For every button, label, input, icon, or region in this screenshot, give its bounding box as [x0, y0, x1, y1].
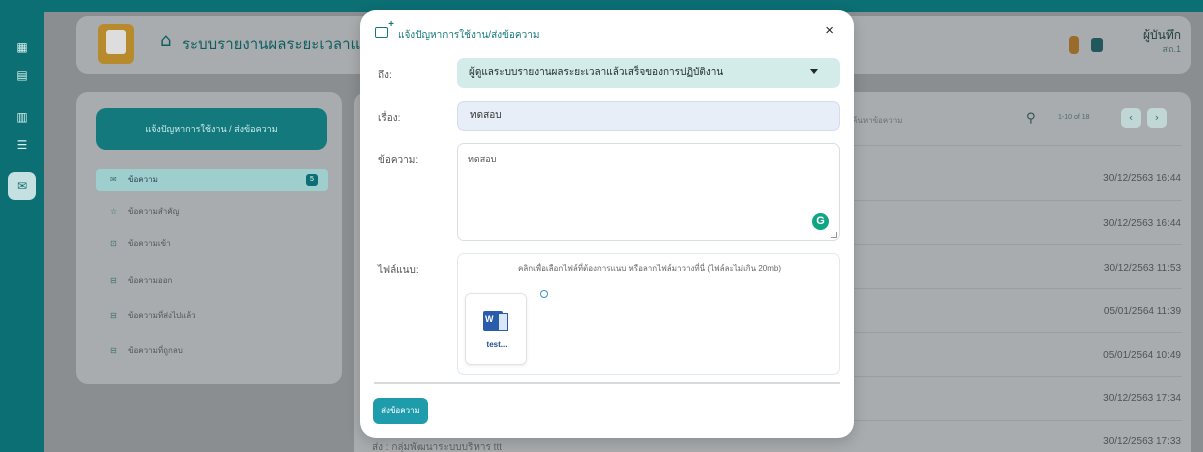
- resize-handle-icon[interactable]: [831, 232, 837, 238]
- subject-input[interactable]: ทดสอบ: [457, 101, 840, 131]
- inbox-icon: ⊡: [110, 239, 117, 248]
- message-text: ทดสอบ: [468, 154, 497, 164]
- attached-file[interactable]: test...: [465, 293, 527, 365]
- list-item-sender[interactable]: ส่ง : กลุ่มพัฒนาระบบบริหาร ttt: [372, 440, 502, 452]
- sidebar-item-starred[interactable]: ☆ ข้อความสำคัญ: [96, 201, 328, 223]
- message-nav-icon[interactable]: ✉: [13, 177, 31, 195]
- row-divider: [844, 288, 1182, 289]
- app-title: ระบบรายงานผลระยะเวลาแล้วเสร็จ: [182, 36, 362, 53]
- row-divider: [844, 244, 1182, 245]
- row-divider: [844, 420, 1182, 421]
- row-date: 30/12/2563 11:53: [1103, 263, 1181, 274]
- to-label: ถึง:: [378, 70, 392, 81]
- caret-down-icon: [810, 69, 818, 74]
- compose-modal: แจ้งปัญหาการใช้งาน/ส่งข้อความ × ถึง: ผู้…: [360, 10, 854, 438]
- attachment-label: ไฟล์แนบ:: [378, 265, 419, 276]
- modal-divider: [374, 382, 840, 384]
- search-icon[interactable]: ⚲: [1026, 111, 1036, 126]
- next-page-button[interactable]: ›: [1147, 108, 1167, 128]
- star-icon: ☆: [110, 207, 118, 216]
- file-name: test...: [486, 340, 508, 349]
- subject-label: เรื่อง:: [378, 113, 401, 124]
- word-file-icon: [483, 311, 508, 331]
- sidebar-item-label: ข้อความสำคัญ: [128, 207, 180, 216]
- app-logo: [98, 24, 134, 64]
- row-date: 05/01/2564 11:39: [1103, 306, 1181, 317]
- search-input[interactable]: ค้นหาข้อความ: [852, 114, 902, 127]
- sent-icon: ⊟: [110, 311, 117, 320]
- sidebar-item-outbox[interactable]: ⊟ ข้อความออก: [96, 270, 328, 292]
- schedule-icon[interactable]: ▥: [13, 108, 31, 126]
- row-date: 30/12/2563 16:44: [1103, 173, 1181, 184]
- sidebar-item-label: ข้อความ: [128, 175, 158, 184]
- grammarly-icon[interactable]: G: [812, 213, 829, 230]
- unread-badge: 5: [306, 174, 318, 186]
- message-label: ข้อความ:: [378, 155, 419, 166]
- dashboard-icon[interactable]: ▦: [13, 38, 31, 56]
- pager-text: 1-10 of 18: [1058, 114, 1090, 121]
- user-org: สถ.1: [1162, 44, 1181, 54]
- attachment-dropzone[interactable]: คลิกเพื่อเลือกไฟล์ที่ต้องการแนบ หรือลากไ…: [457, 253, 840, 375]
- home-icon[interactable]: ⌂: [160, 30, 171, 51]
- recipient-select[interactable]: ผู้ดูแลระบบรายงานผลระยะเวลาแล้วเสร็จของก…: [457, 58, 840, 88]
- sidebar-item-label: ข้อความที่ส่งไปแล้ว: [128, 311, 196, 320]
- sidebar-item-label: ข้อความออก: [128, 276, 173, 285]
- row-date: 30/12/2563 17:33: [1103, 436, 1181, 447]
- outbox-icon: ⊟: [110, 276, 117, 285]
- message-textarea[interactable]: ทดสอบ G: [457, 143, 840, 241]
- sidebar-item-inbox-all[interactable]: ✉ ข้อความ 5: [96, 169, 328, 191]
- attachment-hint: คลิกเพื่อเลือกไฟล์ที่ต้องการแนบ หรือลากไ…: [517, 264, 782, 273]
- send-button[interactable]: ส่งข้อความ: [373, 398, 428, 424]
- row-divider: [844, 332, 1182, 333]
- row-divider: [844, 145, 1182, 146]
- envelope-icon: ✉: [110, 175, 117, 184]
- list-icon[interactable]: ☰: [13, 136, 31, 154]
- sidebar-item-label: ข้อความที่ถูกลบ: [128, 346, 183, 355]
- modal-title: แจ้งปัญหาการใช้งาน/ส่งข้อความ: [398, 30, 540, 41]
- mail-notify-icon[interactable]: [1091, 38, 1103, 52]
- row-divider: [844, 376, 1182, 377]
- row-divider: [844, 200, 1182, 201]
- recipient-value: ผู้ดูแลระบบรายงานผลระยะเวลาแล้วเสร็จของก…: [469, 67, 724, 78]
- sidebar-item-label: ข้อความเข้า: [128, 239, 171, 248]
- close-icon[interactable]: ×: [825, 22, 834, 39]
- prev-page-button[interactable]: ‹: [1121, 108, 1141, 128]
- row-date: 30/12/2563 16:44: [1103, 218, 1181, 229]
- sidebar-item-sent[interactable]: ⊟ ข้อความที่ส่งไปแล้ว: [96, 305, 328, 327]
- remove-file-icon[interactable]: [540, 290, 548, 298]
- trash-icon: ⊟: [110, 346, 117, 355]
- row-date: 05/01/2564 10:49: [1103, 350, 1181, 361]
- user-icon: [1069, 36, 1079, 54]
- sidebar-item-trash[interactable]: ⊟ ข้อความที่ถูกลบ: [96, 340, 328, 362]
- compose-icon: [375, 19, 394, 38]
- calendar-icon[interactable]: ▤: [13, 66, 31, 84]
- compose-button[interactable]: แจ้งปัญหาการใช้งาน / ส่งข้อความ: [96, 108, 327, 150]
- sidebar-item-inbox[interactable]: ⊡ ข้อความเข้า: [96, 233, 328, 255]
- row-date: 30/12/2563 17:34: [1103, 393, 1181, 404]
